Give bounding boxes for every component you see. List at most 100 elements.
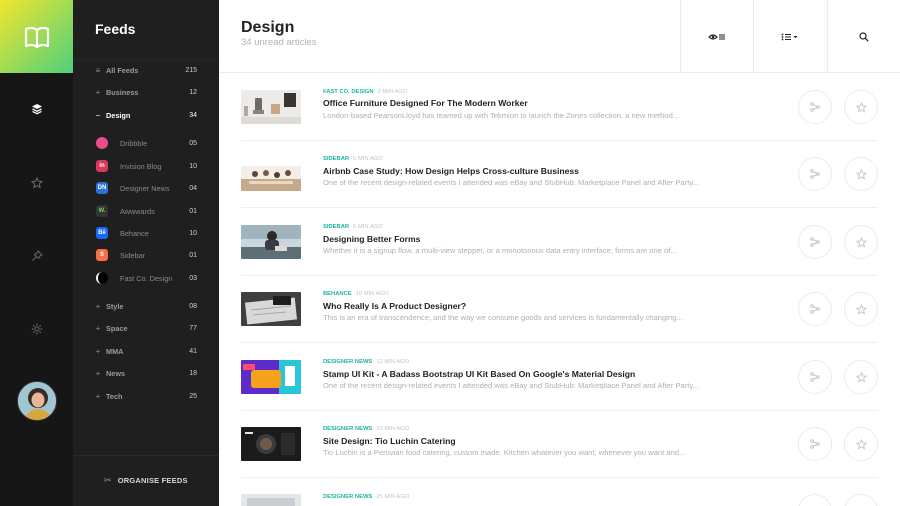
star-icon bbox=[855, 371, 867, 383]
share-icon bbox=[810, 439, 820, 449]
share-button[interactable] bbox=[798, 90, 832, 124]
share-button[interactable] bbox=[798, 494, 832, 506]
star-button[interactable] bbox=[844, 427, 878, 461]
share-button[interactable] bbox=[798, 157, 832, 191]
rail-settings-button[interactable] bbox=[0, 309, 73, 349]
feed-group-business[interactable]: + Business 12 bbox=[73, 83, 219, 101]
article-title[interactable]: Designing Better Forms bbox=[323, 234, 420, 244]
rail-pinned-button[interactable] bbox=[0, 236, 73, 276]
feed-source-count: 01 bbox=[189, 251, 197, 259]
app-logo[interactable] bbox=[0, 0, 73, 73]
share-button[interactable] bbox=[798, 427, 832, 461]
article-row[interactable]: FAST CO. DESIGN 2 MIN AGO Office Furnitur… bbox=[219, 73, 900, 141]
organise-feeds-button[interactable]: ✂ ORGANISE FEEDS bbox=[104, 475, 188, 486]
article-row[interactable]: BEHANCE 10 MIN AGO Who Really Is A Produc… bbox=[219, 275, 900, 343]
feed-source-sidebar[interactable]: S Sidebar 01 bbox=[73, 246, 219, 264]
star-button[interactable] bbox=[844, 157, 878, 191]
awwwards-icon: W. bbox=[96, 205, 108, 217]
rail-starred-button[interactable] bbox=[0, 163, 73, 203]
divider bbox=[73, 59, 219, 60]
feed-group-count: 08 bbox=[189, 302, 197, 310]
article-time: 12 MIN AGO bbox=[376, 359, 410, 365]
article-row[interactable]: SIDEBAR 6 MIN AGO Designing Better Forms … bbox=[219, 208, 900, 276]
article-source: FAST CO. DESIGN 2 MIN AGO bbox=[323, 89, 407, 95]
article-thumbnail bbox=[241, 292, 301, 326]
search-button[interactable] bbox=[827, 0, 900, 73]
feed-source-fast-co-design[interactable]: Fast Co. Design 03 bbox=[73, 269, 219, 287]
feed-group-label: Tech bbox=[106, 391, 123, 401]
article-time: 10 MIN AGO bbox=[355, 291, 389, 297]
feed-source-label: Awwwards bbox=[120, 206, 155, 216]
feed-source-awwwards[interactable]: W. Awwwards 01 bbox=[73, 202, 219, 220]
share-button[interactable] bbox=[798, 360, 832, 394]
feed-source-label: Sidebar bbox=[120, 250, 146, 260]
feed-group-style[interactable]: + Style 08 bbox=[73, 297, 219, 315]
article-row[interactable]: DESIGNER NEWS 22 MIN AGO Site Design: Tio… bbox=[219, 410, 900, 478]
feed-source-invision[interactable]: in Invision Blog 10 bbox=[73, 157, 219, 175]
feed-item-all[interactable]: ≡ All Feeds 215 bbox=[73, 61, 219, 79]
article-excerpt: One of the recent design-related events … bbox=[323, 178, 699, 187]
feed-group-tech[interactable]: + Tech 25 bbox=[73, 387, 219, 405]
invision-icon: in bbox=[96, 160, 108, 172]
article-title[interactable]: Office Furniture Designed For The Modern… bbox=[323, 98, 528, 108]
plus-icon: + bbox=[95, 301, 101, 311]
feed-group-news[interactable]: + News 18 bbox=[73, 364, 219, 382]
feed-source-count: 10 bbox=[189, 229, 197, 237]
source-name: SIDEBAR bbox=[323, 224, 350, 230]
feeds-title: Feeds bbox=[95, 21, 136, 37]
article-thumbnail bbox=[241, 494, 301, 506]
article-title[interactable]: Airbnb Case Study: How Design Helps Cros… bbox=[323, 166, 579, 176]
organise-feeds-label: ORGANISE FEEDS bbox=[117, 476, 188, 485]
star-button[interactable] bbox=[844, 225, 878, 259]
article-title[interactable]: Site Design: Tio Luchin Catering bbox=[323, 436, 456, 446]
share-button[interactable] bbox=[798, 292, 832, 326]
feed-group-mma[interactable]: + MMA 41 bbox=[73, 342, 219, 360]
feed-source-count: 05 bbox=[189, 139, 197, 147]
star-button[interactable] bbox=[844, 494, 878, 506]
article-row[interactable]: SIDEBAR 5 MIN AGO Airbnb Case Study: How … bbox=[219, 140, 900, 208]
list-icon: ≡ bbox=[95, 65, 101, 75]
feed-source-designer-news[interactable]: DN Designer News 04 bbox=[73, 179, 219, 197]
article-thumbnail bbox=[241, 427, 301, 461]
article-time: 25 MIN AGO bbox=[376, 494, 410, 500]
search-icon bbox=[859, 31, 869, 42]
feed-source-label: Designer News bbox=[120, 183, 170, 193]
star-icon bbox=[855, 168, 867, 180]
source-name: DESIGNER NEWS bbox=[323, 359, 373, 365]
avatar[interactable] bbox=[17, 381, 57, 421]
article-thumbnail bbox=[241, 360, 301, 394]
divider bbox=[73, 455, 219, 456]
star-button[interactable] bbox=[844, 360, 878, 394]
star-button[interactable] bbox=[844, 292, 878, 326]
star-icon bbox=[855, 101, 867, 113]
tools-icon: ✂ bbox=[104, 475, 112, 485]
article-time: 5 MIN AGO bbox=[353, 156, 383, 162]
article-title[interactable]: Stamp UI Kit - A Badass Bootstrap UI Kit… bbox=[323, 369, 635, 379]
article-excerpt: Whether it is a signup flow, a multi-vie… bbox=[323, 246, 677, 255]
icon-rail bbox=[0, 0, 73, 506]
feed-source-label: Fast Co. Design bbox=[120, 273, 173, 283]
layers-icon bbox=[31, 104, 42, 115]
rail-feeds-button[interactable] bbox=[0, 89, 73, 129]
article-row[interactable]: DESIGNER NEWS 25 MIN AGO bbox=[219, 478, 900, 506]
feed-source-dribbble[interactable]: Dribbble 05 bbox=[73, 134, 219, 152]
sort-menu-button[interactable] bbox=[753, 0, 826, 73]
plus-icon: + bbox=[95, 391, 101, 401]
article-title[interactable]: Who Really Is A Product Designer? bbox=[323, 301, 466, 311]
feed-item-label: All Feeds bbox=[106, 65, 139, 75]
view-mode-button[interactable] bbox=[680, 0, 753, 73]
star-icon bbox=[855, 303, 867, 315]
feed-group-design[interactable]: − Design 34 bbox=[73, 106, 219, 124]
share-button[interactable] bbox=[798, 225, 832, 259]
article-row[interactable]: DESIGNER NEWS 12 MIN AGO Stamp UI Kit - A… bbox=[219, 343, 900, 411]
article-thumbnail bbox=[241, 225, 301, 259]
star-icon bbox=[30, 177, 43, 189]
star-button[interactable] bbox=[844, 90, 878, 124]
article-thumbnail bbox=[241, 90, 301, 124]
feed-source-label: Invision Blog bbox=[120, 161, 162, 171]
dribbble-icon bbox=[96, 137, 108, 149]
feed-source-label: Behance bbox=[120, 228, 149, 238]
feed-group-space[interactable]: + Space 77 bbox=[73, 319, 219, 337]
feed-source-behance[interactable]: Bē Behance 10 bbox=[73, 224, 219, 242]
source-name: DESIGNER NEWS bbox=[323, 494, 373, 500]
